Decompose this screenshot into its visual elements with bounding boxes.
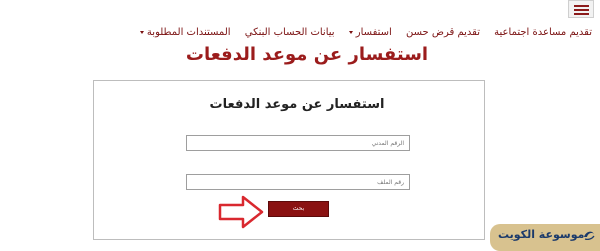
nav-item-label: المستندات المطلوبة bbox=[146, 27, 231, 38]
nav-item-label: تقديم مساعدة اجتماعية bbox=[494, 27, 592, 38]
nav-item-inquiry[interactable]: استفسار bbox=[348, 27, 392, 38]
nav-item-label: استفسار bbox=[355, 27, 392, 38]
file-number-input[interactable] bbox=[186, 174, 410, 190]
nav-item-label: تقديم قرض حسن bbox=[405, 27, 480, 38]
civil-id-input[interactable] bbox=[186, 135, 410, 151]
watermark-logo: موسوعة الكويت bbox=[490, 224, 600, 251]
nav-item-good-loan[interactable]: تقديم قرض حسن bbox=[406, 27, 480, 38]
nav-item-required-documents[interactable]: المستندات المطلوبة bbox=[139, 27, 231, 38]
page-title: استفسار عن موعد الدفعات bbox=[185, 44, 429, 65]
swirl-logo-icon bbox=[584, 231, 595, 240]
menu-button[interactable] bbox=[568, 0, 594, 18]
search-button[interactable]: بحث bbox=[268, 201, 329, 217]
nav-item-bank-account[interactable]: بيانات الحساب البنكي bbox=[245, 27, 335, 38]
watermark-text: موسوعة الكويت bbox=[498, 228, 585, 241]
nav-item-label: بيانات الحساب البنكي bbox=[244, 27, 335, 38]
hamburger-icon-line bbox=[574, 13, 589, 15]
hamburger-icon-line bbox=[574, 5, 589, 7]
nav-item-social-assistance[interactable]: تقديم مساعدة اجتماعية bbox=[494, 27, 592, 38]
hamburger-icon-line bbox=[574, 9, 589, 11]
form-title: استفسار عن موعد الدفعات bbox=[209, 97, 385, 112]
caret-down-icon bbox=[139, 30, 144, 34]
inquiry-form: استفسار عن موعد الدفعات بحث bbox=[93, 80, 485, 240]
caret-down-icon bbox=[348, 30, 353, 34]
top-nav: تقديم مساعدة اجتماعية تقديم قرض حسن استف… bbox=[0, 27, 592, 38]
arrow-right-outline-icon bbox=[218, 195, 264, 229]
